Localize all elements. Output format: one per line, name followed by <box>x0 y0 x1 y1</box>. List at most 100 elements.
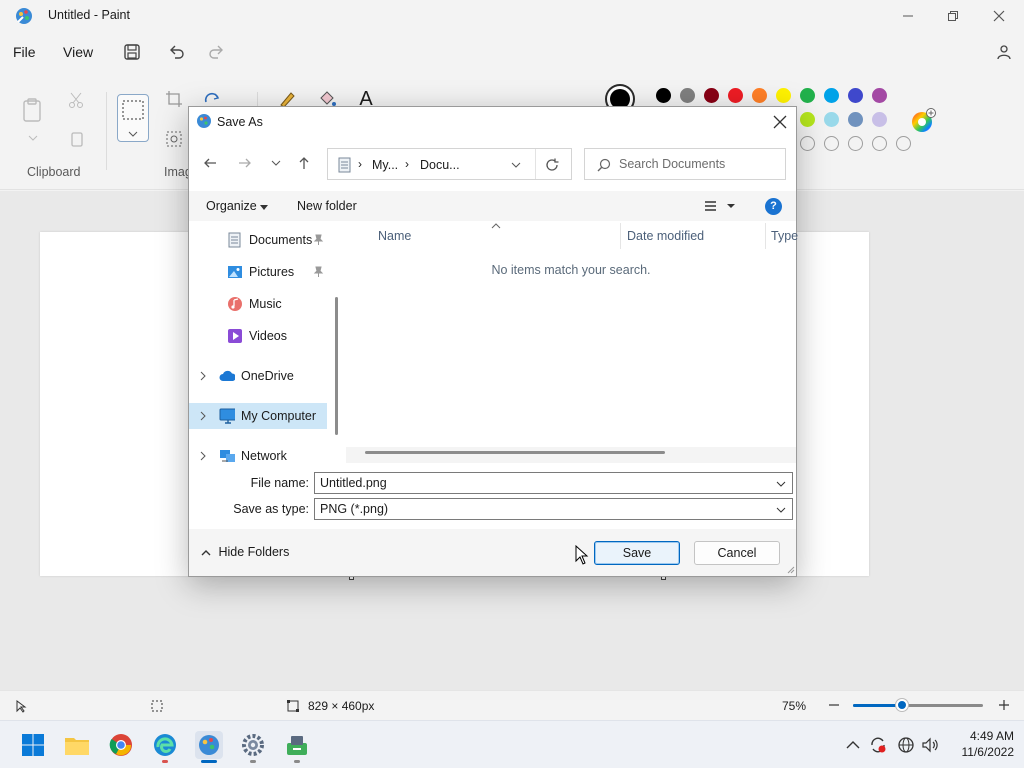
color-swatch[interactable] <box>776 88 791 103</box>
dialog-title: Save As <box>217 115 263 129</box>
color-swatch[interactable] <box>800 136 815 151</box>
undo-button[interactable] <box>166 41 188 63</box>
hide-folders-label: Hide Folders <box>218 545 290 559</box>
image-select-button[interactable] <box>163 128 185 150</box>
chevron-down-icon[interactable] <box>511 162 521 168</box>
taskbar-chrome[interactable] <box>107 731 135 759</box>
column-header-date-modified[interactable]: Date modified <box>627 229 704 243</box>
color-swatch[interactable] <box>848 136 863 151</box>
save-quick-button[interactable] <box>121 41 143 63</box>
color-swatch[interactable] <box>752 88 767 103</box>
cut-button[interactable] <box>65 89 87 111</box>
paste-button[interactable] <box>20 96 44 124</box>
navigation-scrollbar[interactable] <box>335 297 338 435</box>
file-name-field[interactable]: Untitled.png <box>314 472 793 494</box>
taskbar-app[interactable] <box>283 731 311 759</box>
nav-item-network[interactable]: Network <box>189 443 327 463</box>
color-swatch[interactable] <box>824 136 839 151</box>
color-swatch[interactable] <box>848 112 863 127</box>
nav-item-my-computer[interactable]: My Computer <box>189 403 327 429</box>
color-swatch[interactable] <box>824 112 839 127</box>
breadcrumb-folder[interactable]: Docu... <box>420 158 460 172</box>
horizontal-scrollbar[interactable] <box>365 451 665 454</box>
resize-grip-icon[interactable] <box>786 565 795 574</box>
back-button[interactable] <box>199 152 221 174</box>
selection-size-icon <box>151 700 163 712</box>
nav-item-label: My Computer <box>241 409 317 423</box>
view-options-button[interactable] <box>702 197 738 215</box>
nav-item-videos[interactable]: Videos <box>189 323 327 349</box>
search-box[interactable] <box>584 148 786 180</box>
nav-item-onedrive[interactable]: OneDrive <box>189 363 327 389</box>
crop-button[interactable] <box>163 88 185 110</box>
taskbar-paint[interactable] <box>195 731 223 759</box>
taskbar-edge[interactable] <box>151 731 179 759</box>
paste-dropdown[interactable] <box>22 127 44 149</box>
cancel-button[interactable]: Cancel <box>694 541 780 565</box>
color-swatch[interactable] <box>848 88 863 103</box>
cursor-position-icon <box>16 700 27 713</box>
column-header-type[interactable]: Type <box>771 229 798 243</box>
menu-file[interactable]: File <box>13 44 36 60</box>
color-swatch[interactable] <box>704 88 719 103</box>
color-swatch[interactable] <box>872 136 887 151</box>
taskbar-file-explorer[interactable] <box>63 731 91 759</box>
menu-view[interactable]: View <box>63 44 93 60</box>
column-header-name[interactable]: Name <box>378 229 411 243</box>
color-swatch[interactable] <box>680 88 695 103</box>
nav-item-pictures[interactable]: Pictures <box>189 259 327 285</box>
color-swatch[interactable] <box>896 136 911 151</box>
search-input[interactable] <box>617 156 777 172</box>
tray-sync-button[interactable] <box>869 736 887 754</box>
zoom-slider[interactable] <box>853 699 983 711</box>
zoom-in-button[interactable] <box>996 697 1012 713</box>
color-swatch[interactable] <box>728 88 743 103</box>
dialog-navigation: › My... › Docu... <box>189 143 796 183</box>
color-swatch[interactable] <box>872 112 887 127</box>
copy-button[interactable] <box>65 128 87 150</box>
organize-label: Organize <box>206 199 257 213</box>
redo-button[interactable] <box>205 41 227 63</box>
hide-folders-button[interactable]: Hide Folders <box>201 545 289 559</box>
taskbar-settings[interactable] <box>239 731 267 759</box>
nav-item-music[interactable]: Music <box>189 291 327 317</box>
show-hidden-icons-button[interactable] <box>845 737 861 753</box>
zoom-out-button[interactable] <box>826 697 842 713</box>
start-button[interactable] <box>19 731 47 759</box>
minimize-button[interactable] <box>885 2 931 30</box>
recent-locations-button[interactable] <box>265 152 287 174</box>
save-button[interactable]: Save <box>594 541 680 565</box>
computer-icon <box>219 408 235 424</box>
dialog-close-button[interactable] <box>769 111 791 133</box>
restore-button[interactable] <box>930 2 976 30</box>
account-button[interactable] <box>993 41 1015 63</box>
forward-button[interactable] <box>234 152 256 174</box>
color-swatch[interactable] <box>656 88 671 103</box>
app-tools-icon <box>287 736 307 755</box>
color-swatch[interactable] <box>800 88 815 103</box>
color-swatch[interactable] <box>824 88 839 103</box>
color-swatch[interactable] <box>800 112 815 127</box>
nav-item-documents[interactable]: Documents <box>189 227 327 253</box>
save-as-type-select[interactable]: PNG (*.png) <box>314 498 793 520</box>
up-button[interactable] <box>293 152 315 174</box>
select-tool-button[interactable] <box>117 94 149 142</box>
new-folder-button[interactable]: New folder <box>297 199 357 213</box>
edit-colors-button[interactable] <box>910 108 936 134</box>
breadcrumb-root[interactable]: My... <box>372 158 398 172</box>
restore-icon <box>948 11 958 21</box>
speaker-icon <box>922 737 938 753</box>
tray-volume-button[interactable] <box>921 736 939 754</box>
close-window-button[interactable] <box>976 2 1022 30</box>
refresh-icon[interactable] <box>545 158 559 172</box>
nav-item-label: Music <box>249 297 282 311</box>
tray-network-button[interactable] <box>897 736 915 754</box>
taskbar-clock[interactable]: 4:49 AM 11/6/2022 <box>946 729 1015 759</box>
address-bar[interactable]: › My... › Docu... <box>327 148 572 180</box>
person-icon <box>997 45 1011 60</box>
organize-button[interactable]: Organize <box>206 199 269 213</box>
chevron-down-icon[interactable] <box>776 481 786 487</box>
help-button[interactable]: ? <box>765 198 782 215</box>
zoom-slider-thumb[interactable] <box>896 699 909 711</box>
color-swatch[interactable] <box>872 88 887 103</box>
